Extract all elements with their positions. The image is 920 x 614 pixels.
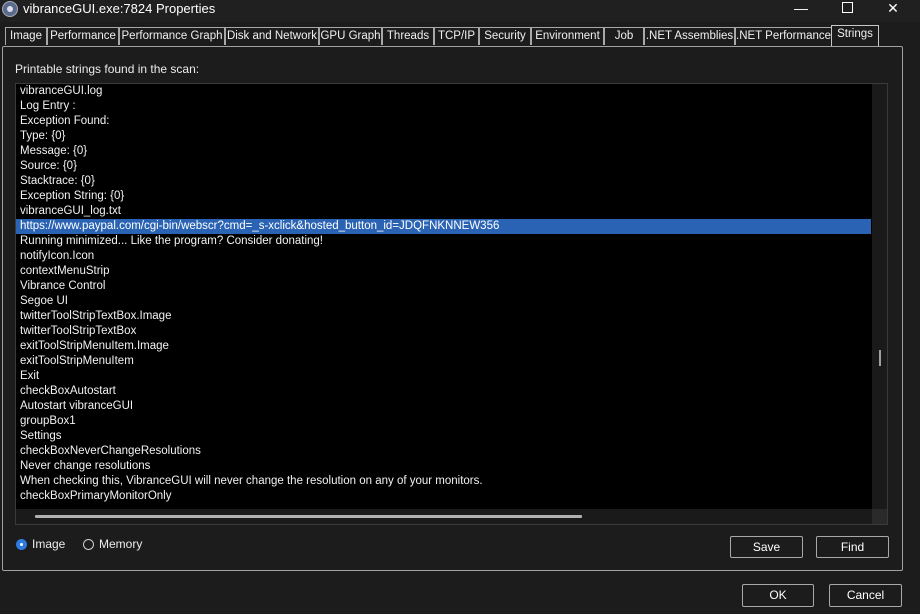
tab-threads[interactable]: Threads: [382, 27, 434, 45]
list-item[interactable]: vibranceGUI.log: [16, 84, 871, 99]
list-item[interactable]: Settings: [16, 429, 871, 444]
tab-performance[interactable]: Performance: [47, 27, 119, 45]
tab-gpu-graph[interactable]: GPU Graph: [319, 27, 382, 45]
window-title: vibranceGUI.exe:7824 Properties: [23, 1, 216, 16]
find-button[interactable]: Find: [816, 536, 889, 558]
list-item[interactable]: Exit: [16, 369, 871, 384]
list-item[interactable]: Vibrance Control: [16, 279, 871, 294]
title-bar: vibranceGUI.exe:7824 Properties — ✕: [0, 0, 920, 22]
list-item[interactable]: Segoe UI: [16, 294, 871, 309]
list-item[interactable]: Message: {0}: [16, 144, 871, 159]
list-item[interactable]: Log Entry :: [16, 99, 871, 114]
image-radio-option[interactable]: Image: [16, 536, 65, 552]
memory-radio[interactable]: [83, 538, 94, 550]
list-item[interactable]: twitterToolStripTextBox: [16, 324, 871, 339]
list-item[interactable]: Never change resolutions: [16, 459, 871, 474]
horizontal-scrollbar[interactable]: [16, 509, 872, 524]
tab-performance-graph[interactable]: Performance Graph: [119, 27, 225, 45]
list-item[interactable]: Exception Found:: [16, 114, 871, 129]
image-radio[interactable]: [16, 538, 27, 550]
tab-strings[interactable]: Strings: [831, 25, 879, 47]
minimize-icon: —: [794, 0, 808, 16]
maximize-button[interactable]: [824, 0, 870, 20]
tab-security[interactable]: Security: [479, 27, 531, 45]
tab-job[interactable]: Job: [604, 27, 644, 45]
list-item[interactable]: groupBox1: [16, 414, 871, 429]
vertical-scrollbar[interactable]: [872, 84, 887, 509]
list-item[interactable]: When checking this, VibranceGUI will nev…: [16, 474, 871, 489]
close-icon: ✕: [887, 0, 899, 16]
list-item-selected[interactable]: https://www.paypal.com/cgi-bin/webscr?cm…: [16, 219, 871, 234]
app-icon: [2, 1, 18, 17]
minimize-button[interactable]: —: [778, 0, 824, 20]
list-item[interactable]: Running minimized... Like the program? C…: [16, 234, 871, 249]
tab-net-performance[interactable]: .NET Performance: [735, 27, 832, 45]
list-item[interactable]: Autostart vibranceGUI: [16, 399, 871, 414]
tab-net-assemblies[interactable]: .NET Assemblies: [644, 27, 735, 45]
list-item[interactable]: notifyIcon.Icon: [16, 249, 871, 264]
list-item[interactable]: Source: {0}: [16, 159, 871, 174]
list-item[interactable]: Stacktrace: {0}: [16, 174, 871, 189]
tab-strip: Image Performance Performance Graph Disk…: [3, 25, 893, 47]
list-item[interactable]: exitToolStripMenuItem.Image: [16, 339, 871, 354]
memory-radio-option[interactable]: Memory: [83, 536, 142, 552]
memory-radio-label: Memory: [99, 537, 143, 551]
tab-image[interactable]: Image: [5, 27, 47, 45]
list-item[interactable]: checkBoxNeverChangeResolutions: [16, 444, 871, 459]
image-radio-label: Image: [32, 537, 66, 551]
list-item[interactable]: Type: {0}: [16, 129, 871, 144]
cancel-button[interactable]: Cancel: [829, 584, 902, 607]
ok-button[interactable]: OK: [742, 584, 814, 607]
list-item[interactable]: checkBoxAutostart: [16, 384, 871, 399]
tab-tcp-ip[interactable]: TCP/IP: [434, 27, 479, 45]
horizontal-scroll-thumb[interactable]: [35, 515, 582, 518]
tab-environment[interactable]: Environment: [531, 27, 604, 45]
list-item[interactable]: exitToolStripMenuItem: [16, 354, 871, 369]
list-item[interactable]: vibranceGUI_log.txt: [16, 204, 871, 219]
strings-list[interactable]: vibranceGUI.log Log Entry : Exception Fo…: [15, 83, 888, 525]
list-item[interactable]: contextMenuStrip: [16, 264, 871, 279]
list-item[interactable]: checkBoxPrimaryMonitorOnly: [16, 489, 871, 504]
strings-heading: Printable strings found in the scan:: [15, 62, 200, 76]
scrollbar-corner: [872, 509, 887, 524]
save-button[interactable]: Save: [730, 536, 803, 558]
maximize-icon: [841, 2, 853, 13]
close-button[interactable]: ✕: [870, 0, 916, 20]
list-item[interactable]: Exception String: {0}: [16, 189, 871, 204]
vertical-scroll-thumb[interactable]: [879, 350, 881, 366]
list-item[interactable]: twitterToolStripTextBox.Image: [16, 309, 871, 324]
tab-disk-and-network[interactable]: Disk and Network: [225, 27, 319, 45]
